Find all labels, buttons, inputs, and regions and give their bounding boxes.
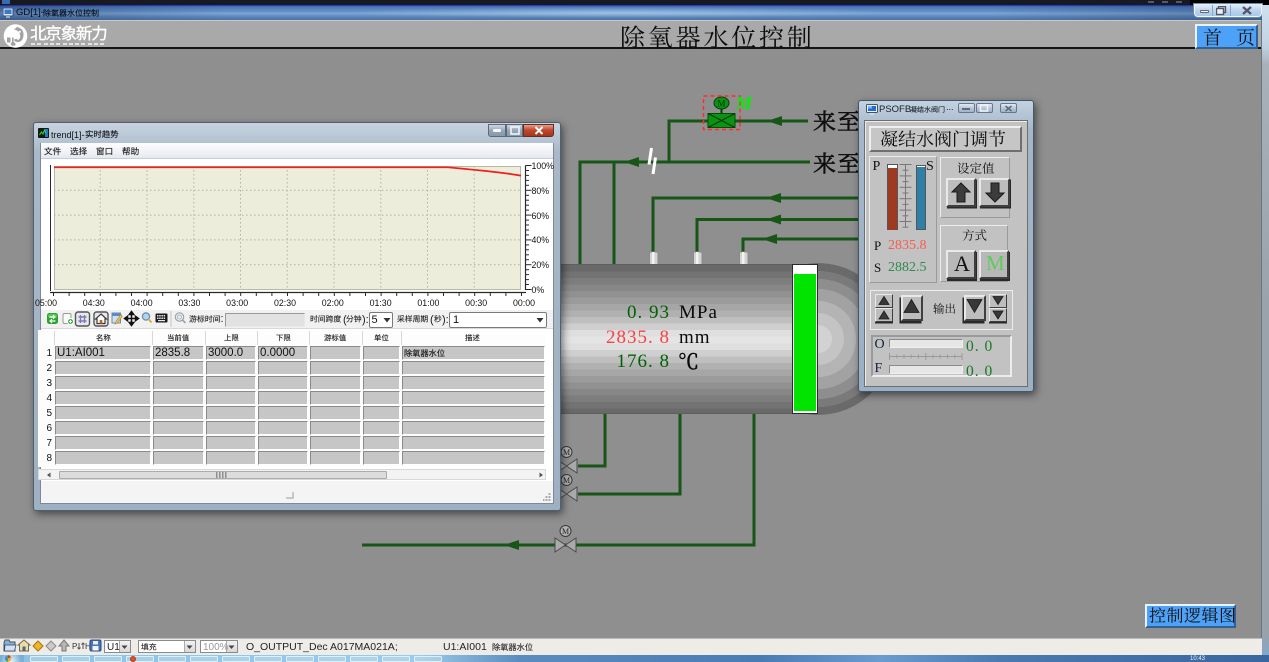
svg-text:P: P xyxy=(72,642,77,651)
